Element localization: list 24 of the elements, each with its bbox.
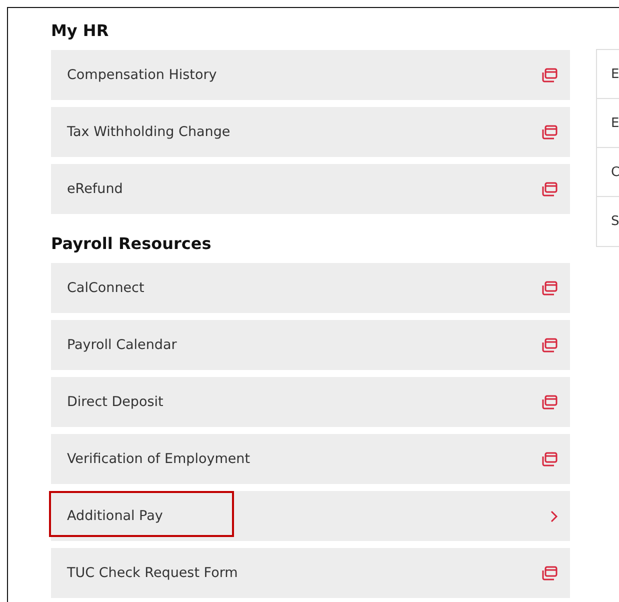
link-item[interactable]: TUC Check Request Form [51, 548, 570, 598]
section-heading: Payroll Resources [51, 234, 212, 254]
link-item[interactable]: Payroll Calendar [51, 320, 570, 370]
external-link-icon [541, 566, 558, 580]
link-item[interactable]: Additional Pay [51, 491, 570, 541]
external-link-icon [541, 394, 558, 410]
link-item[interactable]: Compensation History [51, 50, 570, 100]
link-item[interactable]: Tax Withholding Change [51, 107, 570, 157]
external-link-icon [541, 68, 558, 82]
link-item[interactable]: CalConnect [51, 263, 570, 313]
external-link-icon [541, 182, 558, 196]
menu-item[interactable]: E [597, 99, 619, 148]
link-item[interactable]: eRefund [51, 164, 570, 214]
external-link-icon [541, 452, 558, 466]
external-link-icon [541, 338, 558, 352]
external-link-icon [541, 280, 558, 296]
menu-item[interactable]: E [597, 50, 619, 99]
external-link-icon [541, 124, 558, 140]
section-heading: My HR [51, 21, 110, 41]
menu-item[interactable]: C [597, 148, 619, 197]
menu-item[interactable]: S [597, 197, 619, 246]
link-item[interactable]: Verification of Employment [51, 434, 570, 484]
link-item[interactable]: Direct Deposit [51, 377, 570, 427]
chevron-right-icon [550, 510, 558, 522]
